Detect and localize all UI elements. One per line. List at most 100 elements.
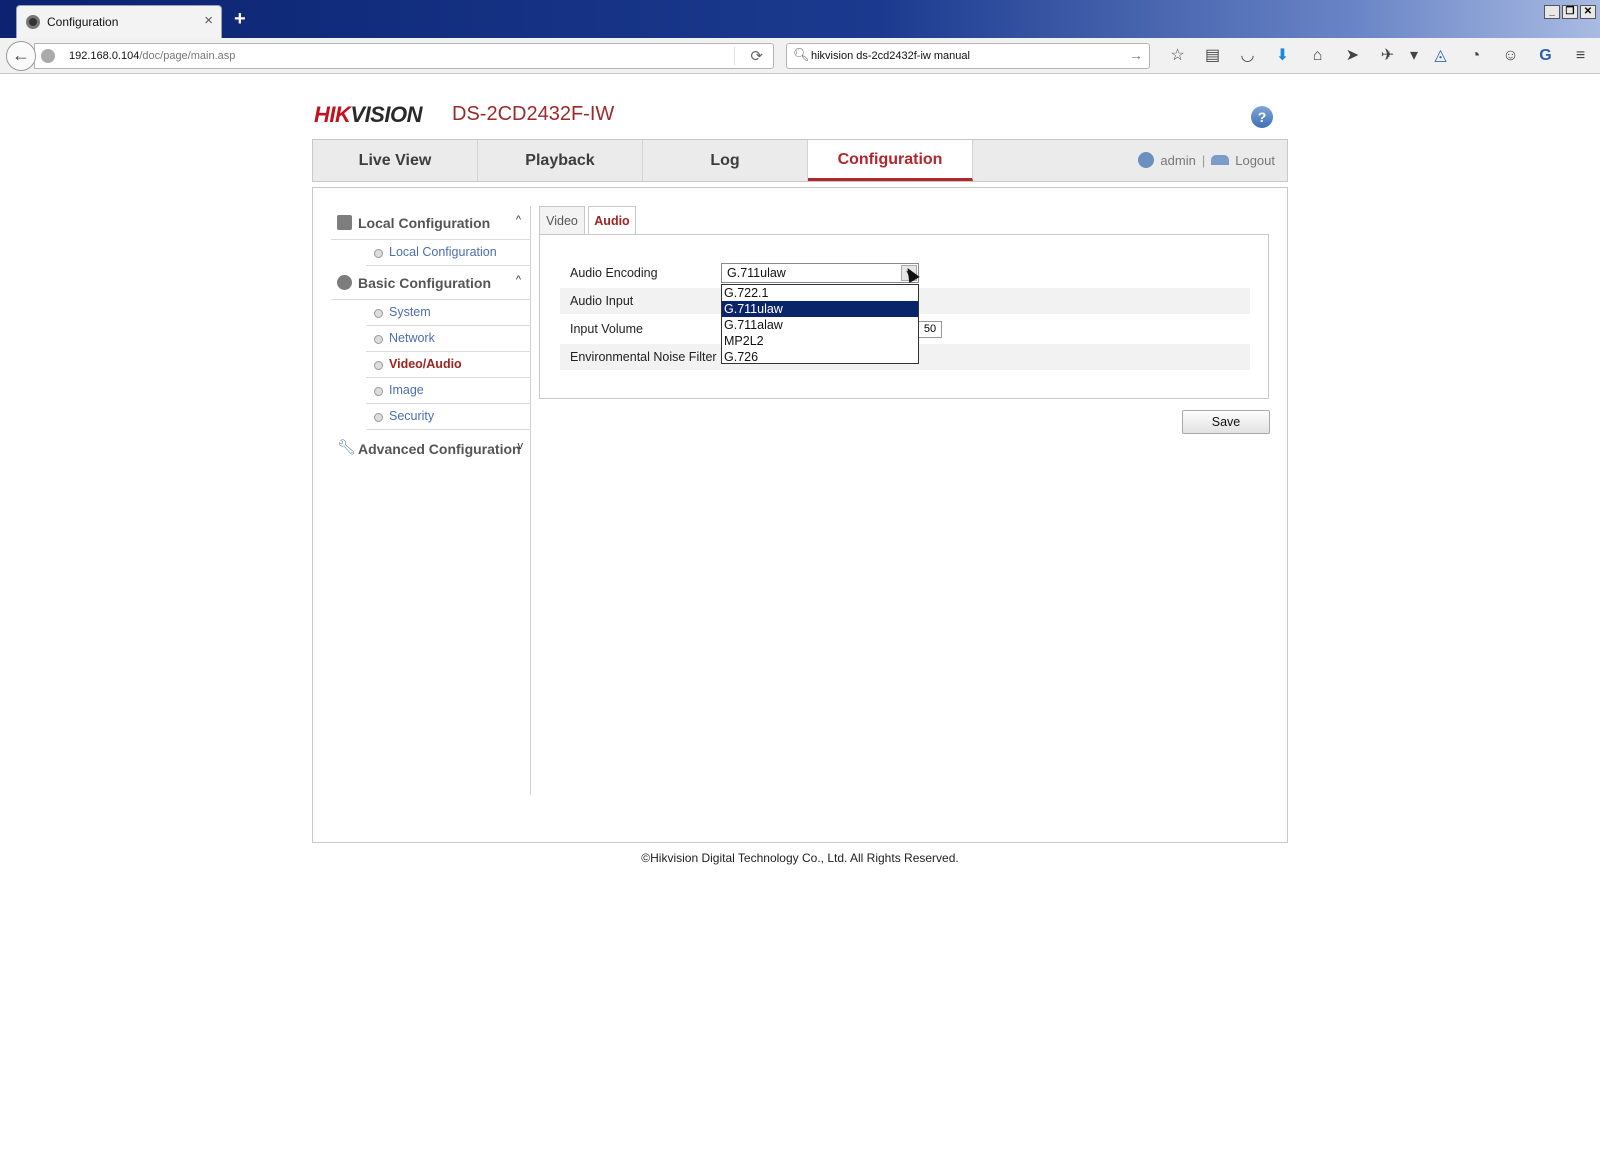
url-separator [734,47,735,65]
back-button[interactable]: ← [6,41,36,71]
hikvision-logo: HIKVISION [314,102,422,127]
tab-configuration[interactable]: Configuration [808,140,973,181]
option-g711alaw[interactable]: G.711alaw [722,317,918,333]
home-icon[interactable]: ⌂ [1300,43,1335,69]
browser-tab[interactable]: Configuration × [16,5,222,39]
audio-input-label: Audio Input [570,294,634,308]
new-tab-icon[interactable]: + [234,8,246,31]
url-text: 192.168.0.104/doc/page/main.asp [69,50,235,62]
close-window-icon[interactable]: ✕ [1580,5,1596,19]
chat-icon[interactable]: ☺ [1493,43,1528,69]
pocket-icon[interactable]: ◡ [1230,43,1265,69]
sidebar-item-system[interactable]: System [366,300,531,326]
sidebar-item-label: Network [389,331,435,345]
menu-group-label: Local Configuration [358,215,491,231]
url-bar[interactable]: 192.168.0.104/doc/page/main.asp ⟳ [34,43,774,69]
nav-separator: | [1201,152,1206,168]
menu-icon[interactable]: ≡ [1563,43,1598,69]
tab-playback[interactable]: Playback [478,140,643,181]
sidebar-item-label: Video/Audio [389,357,462,371]
send-icon[interactable]: ➤ [1335,43,1370,69]
sidebar-item-security[interactable]: Security [366,404,531,430]
sync-icon[interactable]: ◬ [1423,43,1458,69]
input-volume-label: Input Volume [570,322,643,336]
search-go-icon[interactable]: → [1129,47,1143,63]
reading-list-icon[interactable]: ▤ [1195,43,1230,69]
audio-encoding-dropdown: G.722.1 G.711ulaw G.711alaw MP2L2 G.726 [721,284,919,364]
option-g726[interactable]: G.726 [722,349,918,365]
tab-live-view[interactable]: Live View [313,140,478,181]
basic-configuration-icon [337,275,352,290]
browser-navbar: 192.168.0.104/doc/page/main.asp ⟳ ← 🔍︎ h… [0,38,1600,74]
user-area: admin | Logout [1138,152,1275,168]
bullet-icon [374,387,383,396]
sidebar: Local Configuration ^ Local Configuratio… [331,206,531,795]
chevron-down-icon[interactable]: v [518,440,524,452]
bullet-icon [374,309,383,318]
extension-icon[interactable]: ✈ [1370,43,1405,69]
bullet-icon [374,249,383,258]
audio-encoding-select[interactable]: G.711ulaw ▼ [721,263,919,283]
sidebar-item-network[interactable]: Network [366,326,531,352]
input-volume-value[interactable]: 50 [918,321,942,338]
tab-log[interactable]: Log [643,140,808,181]
window-controls: _ ❐ ✕ [1544,5,1596,19]
menu-group-basic-configuration[interactable]: Basic Configuration ^ [331,266,531,300]
minimize-icon[interactable]: _ [1544,5,1560,19]
sidebar-item-label: Security [389,409,435,423]
option-g722-1[interactable]: G.722.1 [722,285,918,301]
help-icon[interactable]: ? [1251,106,1273,128]
noise-filter-label: Environmental Noise Filter [570,350,717,364]
restore-icon[interactable]: ❐ [1562,5,1578,19]
menu-group-label: Basic Configuration [358,275,492,291]
audio-encoding-label: Audio Encoding [570,266,658,280]
tab-video[interactable]: Video [539,206,585,234]
copyright-footer: ©Hikvision Digital Technology Co., Ltd. … [641,851,959,865]
sidebar-item-local-configuration[interactable]: Local Configuration [366,240,531,266]
sidebar-item-image[interactable]: Image [366,378,531,404]
wrench-icon: 🔧︎ [337,439,357,456]
download-icon[interactable]: ⬇ [1265,43,1300,69]
tab-title: Configuration [47,15,119,29]
tab-audio[interactable]: Audio [588,206,636,235]
url-host: 192.168.0.104 [69,50,140,62]
reload-icon[interactable]: ⟳ [750,47,763,65]
g-icon[interactable]: G [1528,43,1563,69]
url-path: /doc/page/main.asp [139,50,236,62]
logout-link[interactable]: Logout [1235,153,1275,168]
site-info-icon[interactable] [41,49,55,63]
option-mp2l2[interactable]: MP2L2 [722,333,918,349]
logout-icon[interactable] [1211,155,1230,165]
browser-toolbar: ☆ ▤ ◡ ⬇ ⌂ ➤ ✈ ▾ ◬ ◔ ☺ G ≡ [1160,43,1598,69]
menu-group-local-configuration[interactable]: Local Configuration ^ [331,206,531,240]
history-icon[interactable]: ◔ [1458,43,1493,69]
save-button[interactable]: Save [1182,410,1270,434]
device-model: DS-2CD2432F-IW [452,103,615,125]
search-input[interactable]: hikvision ds-2cd2432f-iw manual [811,50,970,62]
search-bar[interactable]: 🔍︎ hikvision ds-2cd2432f-iw manual → [786,43,1150,69]
search-icon: 🔍︎ [793,47,810,62]
star-icon[interactable]: ☆ [1160,43,1195,69]
menu-group-label: Advanced Configuration [358,441,521,457]
main-nav: Live View Playback Log Configuration adm… [312,139,1288,182]
audio-settings-panel: Audio Encoding Audio Input Input Volume … [539,234,1269,399]
sidebar-item-label: Image [389,383,424,397]
option-g711ulaw[interactable]: G.711ulaw [722,301,918,317]
browser-titlebar: Configuration × + _ ❐ ✕ [0,0,1600,39]
sidebar-item-label: System [389,305,431,319]
chevron-up-icon[interactable]: ^ [516,214,521,226]
bullet-icon [374,361,383,370]
close-tab-icon[interactable]: × [204,12,213,29]
menu-group-advanced-configuration[interactable]: 🔧︎ Advanced Configuration v [331,432,531,466]
audio-encoding-value: G.711ulaw [727,266,786,280]
bullet-icon [374,413,383,422]
favicon-icon [26,15,40,29]
sidebar-item-video-audio[interactable]: Video/Audio [366,352,531,378]
user-icon [1138,152,1155,168]
dropdown-icon[interactable]: ▾ [1405,43,1423,69]
username: admin [1160,152,1196,168]
bullet-icon [374,335,383,344]
content-frame: Local Configuration ^ Local Configuratio… [312,187,1288,843]
local-configuration-icon [337,215,352,230]
chevron-up-icon[interactable]: ^ [516,274,521,286]
